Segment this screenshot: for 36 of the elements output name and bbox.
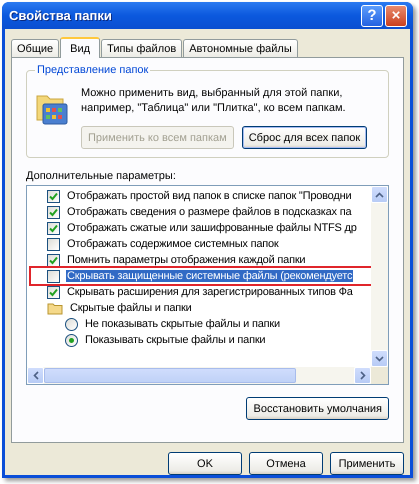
dialog-button[interactable]: OK bbox=[168, 452, 242, 475]
radio-button[interactable] bbox=[65, 334, 78, 346]
vertical-scrollbar[interactable] bbox=[371, 186, 388, 367]
option-label[interactable]: Отображать сжатые или зашифрованные файлы NTFS др bbox=[66, 222, 358, 234]
checkbox[interactable] bbox=[47, 270, 60, 282]
tab[interactable]: Типы файлов bbox=[101, 39, 182, 57]
option-label[interactable]: Не показывать скрытые файлы и папки bbox=[84, 318, 281, 330]
tab[interactable]: Общие bbox=[11, 39, 60, 57]
checkbox[interactable] bbox=[47, 206, 60, 218]
checkbox[interactable] bbox=[47, 286, 60, 298]
section-label: Дополнительные параметры: bbox=[26, 170, 177, 182]
dialog-button[interactable]: Отмена bbox=[249, 452, 323, 475]
restore-defaults-button[interactable]: Восстановить умолчания bbox=[246, 397, 389, 420]
group-title: Представление папок bbox=[36, 64, 150, 76]
checkbox[interactable] bbox=[47, 238, 60, 250]
folder-icon bbox=[47, 302, 63, 314]
checkbox[interactable] bbox=[47, 222, 60, 234]
option-label[interactable]: Отображать содержимое системных папок bbox=[66, 238, 280, 250]
tab[interactable]: Автономные файлы bbox=[183, 39, 298, 57]
option-label[interactable]: Отображать простой вид папок в списке папок "Проводни bbox=[66, 190, 352, 202]
option-label[interactable]: Скрывать расширения для зарегистрированных типов Фа bbox=[66, 286, 354, 298]
option-label[interactable]: Показывать скрытые файлы и папки bbox=[84, 334, 266, 346]
tab[interactable]: Вид bbox=[60, 37, 100, 58]
option-label: Скрытые файлы и папки bbox=[69, 302, 193, 314]
checkbox[interactable] bbox=[47, 254, 60, 266]
horizontal-scrollbar[interactable] bbox=[27, 367, 388, 384]
description-text: Можно применить вид, выбранный для этой папки, например, "Таблица" или "Плитка", ко всем папкам. bbox=[81, 86, 347, 116]
option-label[interactable]: Скрывать защищенные системные файлы (рекомендуетс bbox=[66, 270, 354, 282]
option-label[interactable]: Помнить параметры отображения каждой папки bbox=[66, 254, 306, 266]
action-button[interactable]: Сброс для всех папок bbox=[242, 126, 368, 149]
radio-button[interactable] bbox=[65, 318, 78, 330]
window-title: Свойства папки bbox=[9, 8, 112, 23]
dialog-button[interactable]: Применить bbox=[330, 452, 404, 475]
option-label[interactable]: Отображать сведения о размере файлов в подсказках па bbox=[66, 206, 352, 218]
checkbox[interactable] bbox=[47, 190, 60, 202]
scrollbar-corner bbox=[371, 367, 388, 384]
